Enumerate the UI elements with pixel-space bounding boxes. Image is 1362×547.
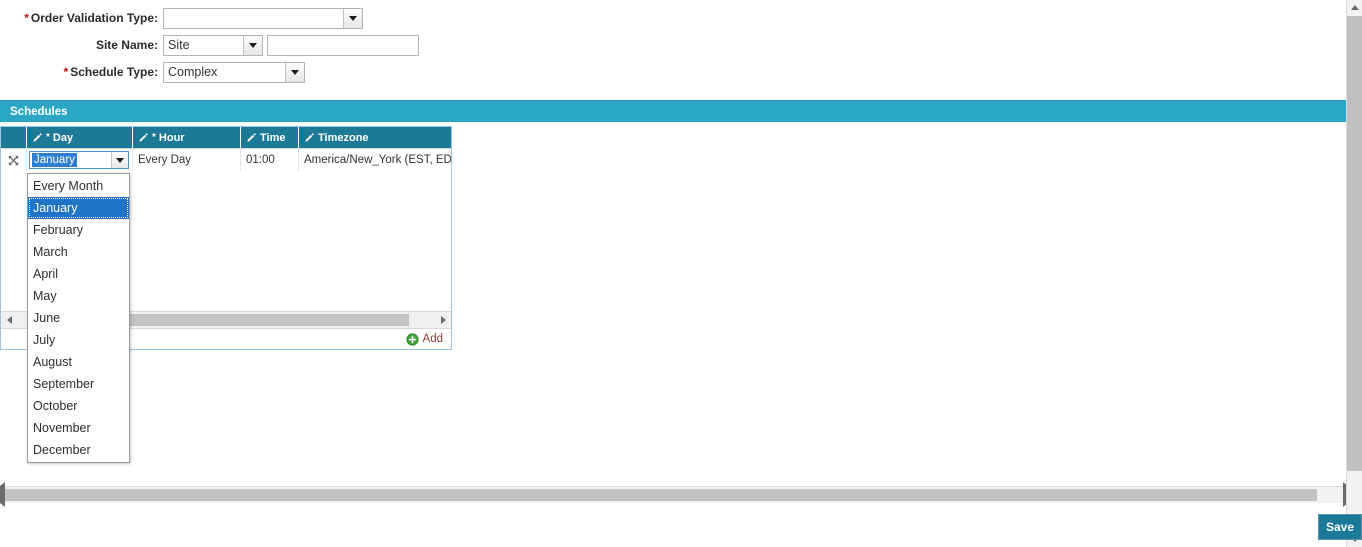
column-header-hour[interactable]: * Hour (133, 127, 241, 148)
save-button[interactable]: Save (1318, 514, 1362, 540)
dropdown-option-august[interactable]: August (28, 351, 129, 373)
dropdown-option-january[interactable]: January (28, 197, 129, 219)
dropdown-option-november[interactable]: November (28, 417, 129, 439)
day-selected-value: January (32, 153, 77, 167)
cell-timezone[interactable]: America/New_York (EST, EDT) (299, 149, 451, 171)
schedule-type-label: * Schedule Type: (0, 65, 163, 79)
order-validation-type-select[interactable] (163, 7, 363, 29)
add-row-button[interactable]: Add (405, 332, 443, 346)
day-dropdown-list[interactable]: Every Month January February March April… (27, 173, 130, 463)
column-header-hour-label: Hour (158, 131, 185, 144)
schedule-type-select[interactable]: Complex (163, 61, 305, 83)
dropdown-option-every-month[interactable]: Every Month (28, 175, 129, 197)
dropdown-option-may[interactable]: May (28, 285, 129, 307)
dropdown-option-july[interactable]: July (28, 329, 129, 351)
site-name-select[interactable]: Site (163, 34, 263, 56)
column-header-day-label: Day (52, 131, 74, 144)
table-row[interactable]: January Every Day 01:00 America/New_York… (1, 148, 451, 171)
chevron-down-icon[interactable] (343, 8, 362, 28)
order-validation-type-label-text: Order Validation Type: (30, 11, 158, 25)
site-name-label: Site Name: (95, 38, 158, 52)
site-name-value: Site (168, 38, 190, 52)
schedule-type-value: Complex (168, 65, 218, 79)
add-circle-icon (405, 332, 419, 346)
column-header-time-label: Time (260, 131, 286, 144)
dropdown-option-march[interactable]: March (28, 241, 129, 263)
grid-header-corner (1, 127, 27, 148)
column-header-day[interactable]: * Day (27, 127, 133, 148)
cell-day[interactable]: January (27, 149, 133, 171)
chevron-down-icon[interactable] (243, 35, 262, 55)
site-name-input[interactable] (267, 34, 419, 56)
order-validation-type-label: * Order Validation Type: (0, 11, 163, 25)
form-row-schedule-type: * Schedule Type: Complex (0, 59, 1340, 85)
form-row-site-name: Site Name: Site (0, 32, 1340, 58)
scroll-up-arrow-icon[interactable] (1347, 0, 1362, 15)
required-asterisk: * (46, 132, 50, 143)
pencil-icon (138, 132, 149, 143)
form-row-order-validation-type: * Order Validation Type: (0, 5, 1340, 31)
chevron-down-icon[interactable] (111, 152, 128, 168)
dropdown-option-april[interactable]: April (28, 263, 129, 285)
pencil-icon (32, 132, 43, 143)
required-asterisk: * (63, 65, 69, 79)
pencil-icon (246, 132, 257, 143)
required-asterisk: * (24, 11, 29, 25)
column-header-timezone-label: Timezone (318, 131, 369, 144)
dropdown-option-september[interactable]: September (28, 373, 129, 395)
page-root: * Order Validation Type: Site Name: Site … (0, 0, 1362, 547)
schedules-panel-title: Schedules (0, 100, 1348, 122)
pencil-icon (304, 132, 315, 143)
dropdown-option-february[interactable]: February (28, 219, 129, 241)
page-hscroll-track[interactable] (5, 487, 1343, 503)
schedule-type-label-text: Schedule Type: (70, 65, 158, 79)
column-header-time[interactable]: Time (241, 127, 299, 148)
dropdown-option-october[interactable]: October (28, 395, 129, 417)
scroll-right-arrow-icon[interactable] (435, 312, 451, 328)
add-row-label: Add (422, 333, 443, 345)
order-form: * Order Validation Type: Site Name: Site … (0, 0, 1340, 86)
page-horizontal-scrollbar[interactable] (0, 482, 1348, 507)
cell-hour[interactable]: Every Day (133, 149, 241, 171)
dropdown-option-june[interactable]: June (28, 307, 129, 329)
required-asterisk: * (152, 132, 156, 143)
schedules-grid-header: * Day * Hour Time Timezone (1, 127, 451, 148)
page-vertical-scrollbar[interactable] (1346, 0, 1362, 547)
cell-time[interactable]: 01:00 (241, 149, 299, 171)
row-drag-handle-icon[interactable] (1, 149, 27, 171)
page-vscroll-thumb[interactable] (1347, 16, 1362, 471)
page-hscroll-thumb[interactable] (5, 489, 1317, 501)
dropdown-option-december[interactable]: December (28, 439, 129, 461)
chevron-down-icon[interactable] (285, 62, 304, 82)
scroll-left-arrow-icon[interactable] (1, 312, 17, 328)
column-header-timezone[interactable]: Timezone (299, 127, 451, 148)
day-combo-input[interactable]: January (29, 151, 129, 169)
